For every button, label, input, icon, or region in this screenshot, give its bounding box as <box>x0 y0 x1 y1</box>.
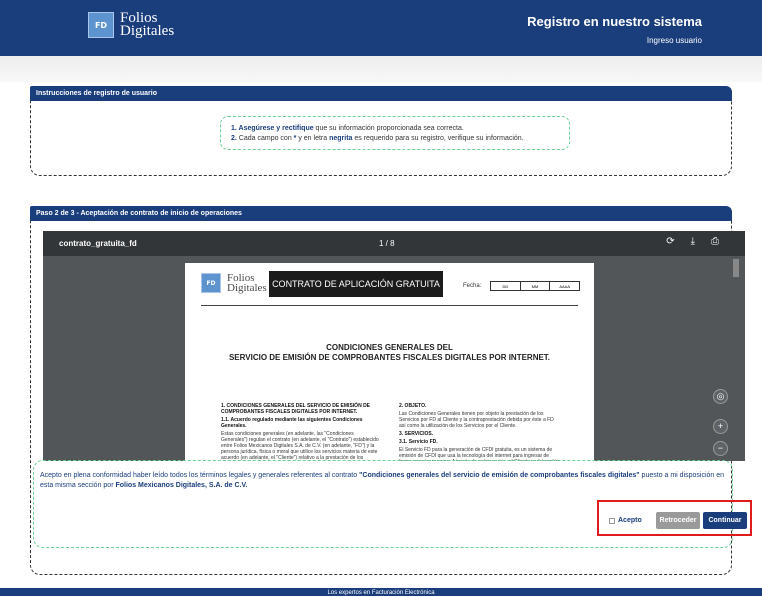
checkbox-icon[interactable] <box>609 517 615 524</box>
folder-logo-icon: FD <box>88 12 114 38</box>
brand-logo[interactable]: FD Folios Digitales <box>88 11 175 39</box>
doc-header: CONTRATO DE APLICACIÓN GRATUITA <box>269 271 443 297</box>
top-header: FD Folios Digitales Registro en nuestro s… <box>0 0 762 56</box>
page-subtitle: Ingreso usuario <box>646 36 702 45</box>
pdf-page-indicator: 1 / 8 <box>379 239 395 248</box>
doc-column-left: 1. CONDICIONES GENERALES DEL SERVICIO DE… <box>221 403 379 461</box>
instructions-title: Instrucciones de registro de usuario <box>30 86 732 101</box>
footer: Los expertos en Facturación Electrónica <box>0 588 762 596</box>
pdf-viewer[interactable]: contrato_gratuita_fd 1 / 8 ⟳ ⤓ ⎙ FD Foli… <box>43 231 745 461</box>
pdf-page: FD Folios Digitales CONTRATO DE APLICACIÓ… <box>185 263 594 461</box>
pdf-filename: contrato_gratuita_fd <box>59 239 137 248</box>
logo-line2: Digitales <box>120 23 175 39</box>
instructions-panel: Instrucciones de registro de usuario 1. … <box>30 86 732 176</box>
back-button[interactable]: Retroceder <box>656 512 700 529</box>
doc-logo: FD Folios Digitales <box>201 273 267 294</box>
page-title: Registro en nuestro sistema <box>527 14 702 29</box>
continue-button[interactable]: Continuar <box>703 512 747 529</box>
doc-date-box: DD MM AAAA <box>490 281 580 291</box>
contract-panel: Paso 2 de 3 - Aceptación de contrato de … <box>30 206 752 575</box>
doc-title: CONDICIONES GENERALES DEL SERVICIO DE EMI… <box>228 343 551 362</box>
pdf-toolbar: contrato_gratuita_fd 1 / 8 ⟳ ⤓ ⎙ <box>43 231 745 256</box>
contract-step-title: Paso 2 de 3 - Aceptación de contrato de … <box>30 206 732 221</box>
zoom-out-icon[interactable]: − <box>713 441 728 456</box>
doc-folder-logo-icon: FD <box>201 273 221 293</box>
pdf-scrollbar[interactable] <box>733 259 739 277</box>
accept-checkbox[interactable]: Acepto <box>609 517 642 524</box>
actions-highlight: Acepto Retroceder Continuar <box>597 500 752 536</box>
doc-divider <box>201 305 578 306</box>
instructions-box: 1. Asegúrese y rectifique que su informa… <box>220 116 570 150</box>
doc-column-right: 2. OBJETO. Las Condiciones Generales tie… <box>399 403 557 461</box>
download-icon[interactable]: ⤓ <box>691 236 695 247</box>
doc-date-label: Fecha: <box>463 283 482 289</box>
rotate-icon[interactable]: ⟳ <box>666 236 674 247</box>
header-strip <box>0 56 762 82</box>
fit-page-icon[interactable]: ◎ <box>713 389 728 404</box>
print-icon[interactable]: ⎙ <box>711 236 719 247</box>
acceptance-box: Acepto en plena conformidad haber leído … <box>33 460 752 548</box>
zoom-in-icon[interactable]: + <box>713 419 728 434</box>
acceptance-text: Acepto en plena conformidad haber leído … <box>40 472 725 489</box>
